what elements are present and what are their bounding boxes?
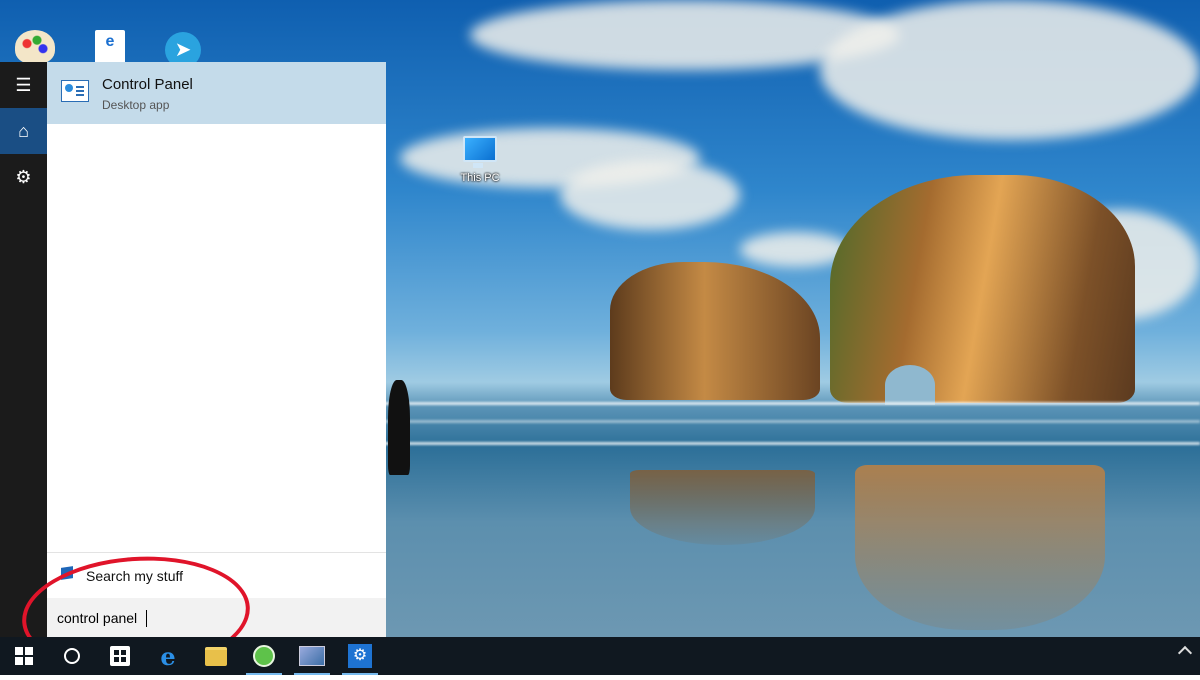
taskbar: e ⚙ xyxy=(0,637,1200,675)
text-caret xyxy=(146,610,147,627)
search-box[interactable] xyxy=(47,598,386,637)
search-my-stuff-button[interactable]: Search my stuff xyxy=(47,552,386,597)
wave xyxy=(380,402,1200,405)
settings-app-button[interactable]: ⚙ xyxy=(336,637,384,675)
cloud xyxy=(820,0,1200,140)
rock-reflection-right xyxy=(855,465,1105,630)
green-app-button[interactable] xyxy=(240,637,288,675)
this-pc-shortcut[interactable]: This PC xyxy=(445,136,515,184)
result-title: Control Panel xyxy=(102,76,193,93)
control-panel-app-button[interactable] xyxy=(288,637,336,675)
cortana-circle-icon xyxy=(64,648,80,664)
paint-app-icon[interactable] xyxy=(15,30,55,64)
control-panel-taskbar-icon xyxy=(299,646,325,666)
wave xyxy=(380,442,1200,445)
hamburger-icon[interactable]: ☰ xyxy=(0,62,47,108)
search-my-stuff-label: Search my stuff xyxy=(86,568,184,584)
pdf-app-icon[interactable]: e xyxy=(95,30,125,64)
gear-icon: ⚙ xyxy=(348,644,372,668)
home-icon[interactable]: ⌂ xyxy=(0,108,47,154)
cloud xyxy=(560,160,740,230)
rock-formation-left xyxy=(610,262,820,400)
start-button[interactable] xyxy=(0,637,48,675)
windows-logo-icon xyxy=(15,647,33,665)
search-input[interactable] xyxy=(57,607,357,629)
result-subtitle: Desktop app xyxy=(102,98,170,112)
wave xyxy=(380,420,1200,423)
rock-arch xyxy=(885,365,935,405)
windows-flag-icon xyxy=(61,566,73,580)
gear-icon[interactable]: ⚙ xyxy=(0,154,47,200)
store-button[interactable] xyxy=(96,637,144,675)
search-result-control-panel[interactable]: Control Panel Desktop app xyxy=(47,62,386,124)
runner-silhouette xyxy=(388,380,410,475)
computer-icon xyxy=(463,136,497,168)
edge-icon: e xyxy=(160,641,176,671)
file-explorer-button[interactable] xyxy=(192,637,240,675)
rock-formation-right xyxy=(830,175,1135,403)
green-app-icon xyxy=(253,645,275,667)
control-panel-icon xyxy=(61,80,89,102)
search-results-pane: Control Panel Desktop app Search my stuf… xyxy=(47,62,386,637)
start-menu-rail: ☰ ⌂ ⚙ xyxy=(0,62,47,637)
folder-icon xyxy=(205,646,227,666)
cortana-button[interactable] xyxy=(48,637,96,675)
edge-button[interactable]: e xyxy=(144,637,192,675)
rock-reflection-left xyxy=(630,470,815,545)
this-pc-label: This PC xyxy=(460,172,500,184)
store-bag-icon xyxy=(110,646,130,666)
